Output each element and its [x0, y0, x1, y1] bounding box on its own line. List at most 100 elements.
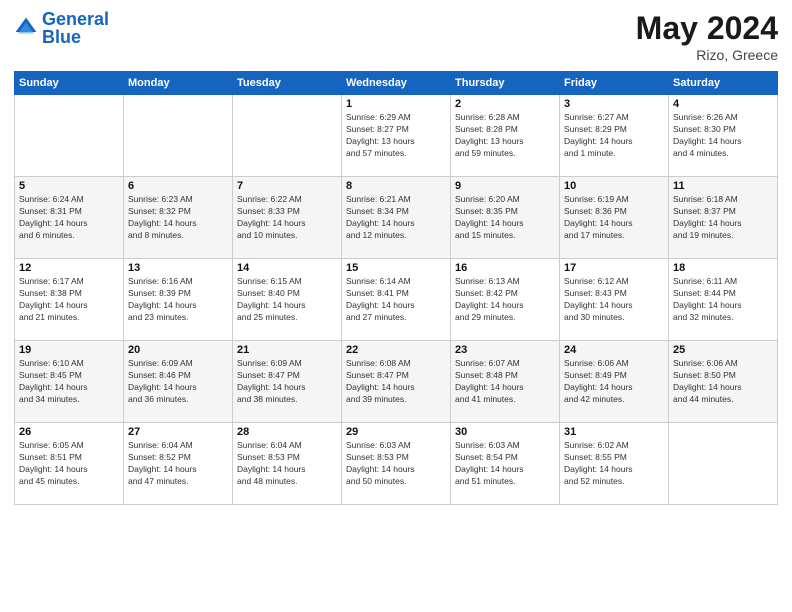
- calendar-cell: 12 Sunrise: 6:17 AM Sunset: 8:38 PM Dayli…: [15, 259, 124, 341]
- logo-general: General: [42, 9, 109, 29]
- day-number: 2: [455, 98, 555, 110]
- column-header-thursday: Thursday: [451, 72, 560, 95]
- calendar-cell: 28Sunrise: 6:04 AM Sunset: 8:53 PM Dayli…: [233, 423, 342, 505]
- day-number: 7: [237, 180, 337, 192]
- day-info: Sunrise: 6:14 AM Sunset: 8:41 PM Dayligh…: [346, 276, 446, 324]
- day-number: 22: [346, 344, 446, 356]
- day-info: Sunrise: 6:04 AM Sunset: 8:53 PM Dayligh…: [237, 440, 337, 488]
- day-info: Sunrise: 6:09 AM Sunset: 8:46 PM Dayligh…: [128, 358, 228, 406]
- calendar-cell: 17 Sunrise: 6:12 AM Sunset: 8:43 PM Dayli…: [560, 259, 669, 341]
- column-header-wednesday: Wednesday: [342, 72, 451, 95]
- day-info: Sunrise: 6:21 AM Sunset: 8:34 PM Dayligh…: [346, 194, 446, 242]
- logo: General Blue: [14, 10, 109, 46]
- calendar-cell: 27 Sunrise: 6:04 AM Sunset: 8:52 PM Dayli…: [124, 423, 233, 505]
- location: Rizo, Greece: [636, 47, 778, 63]
- day-number: 24: [564, 344, 664, 356]
- day-info: Sunrise: 6:03 AM Sunset: 8:54 PM Dayligh…: [455, 440, 555, 488]
- calendar-header-row: SundayMondayTuesdayWednesdayThursdayFrid…: [15, 72, 778, 95]
- day-number: 19: [19, 344, 119, 356]
- column-header-monday: Monday: [124, 72, 233, 95]
- day-info: Sunrise: 6:12 AM Sunset: 8:43 PM Dayligh…: [564, 276, 664, 324]
- day-info: Sunrise: 6:07 AM Sunset: 8:48 PM Dayligh…: [455, 358, 555, 406]
- day-number: 10: [564, 180, 664, 192]
- day-number: 16: [455, 262, 555, 274]
- day-info: Sunrise: 6:26 AM Sunset: 8:30 PM Dayligh…: [673, 112, 773, 160]
- day-number: 12: [19, 262, 119, 274]
- calendar-cell: 24 Sunrise: 6:06 AM Sunset: 8:49 PM Dayli…: [560, 341, 669, 423]
- day-info: Sunrise: 6:27 AM Sunset: 8:29 PM Dayligh…: [564, 112, 664, 160]
- day-info: Sunrise: 6:04 AM Sunset: 8:52 PM Dayligh…: [128, 440, 228, 488]
- calendar-cell: 21Sunrise: 6:09 AM Sunset: 8:47 PM Dayli…: [233, 341, 342, 423]
- day-number: 5: [19, 180, 119, 192]
- day-number: 13: [128, 262, 228, 274]
- day-number: 6: [128, 180, 228, 192]
- calendar-cell: [15, 95, 124, 177]
- page: General Blue May 2024 Rizo, Greece Sunda…: [0, 0, 792, 612]
- calendar-cell: 20 Sunrise: 6:09 AM Sunset: 8:46 PM Dayli…: [124, 341, 233, 423]
- day-info: Sunrise: 6:17 AM Sunset: 8:38 PM Dayligh…: [19, 276, 119, 324]
- day-number: 15: [346, 262, 446, 274]
- column-header-friday: Friday: [560, 72, 669, 95]
- logo-text: General Blue: [42, 10, 109, 46]
- calendar-cell: 11 Sunrise: 6:18 AM Sunset: 8:37 PM Dayli…: [669, 177, 778, 259]
- day-info: Sunrise: 6:23 AM Sunset: 8:32 PM Dayligh…: [128, 194, 228, 242]
- calendar-cell: 4 Sunrise: 6:26 AM Sunset: 8:30 PM Daylig…: [669, 95, 778, 177]
- calendar-cell: 15 Sunrise: 6:14 AM Sunset: 8:41 PM Dayli…: [342, 259, 451, 341]
- day-number: 3: [564, 98, 664, 110]
- header: General Blue May 2024 Rizo, Greece: [14, 10, 778, 63]
- day-info: Sunrise: 6:15 AM Sunset: 8:40 PM Dayligh…: [237, 276, 337, 324]
- calendar-cell: 7Sunrise: 6:22 AM Sunset: 8:33 PM Daylig…: [233, 177, 342, 259]
- day-info: Sunrise: 6:10 AM Sunset: 8:45 PM Dayligh…: [19, 358, 119, 406]
- day-info: Sunrise: 6:16 AM Sunset: 8:39 PM Dayligh…: [128, 276, 228, 324]
- calendar-cell: 1 Sunrise: 6:29 AM Sunset: 8:27 PM Daylig…: [342, 95, 451, 177]
- day-info: Sunrise: 6:13 AM Sunset: 8:42 PM Dayligh…: [455, 276, 555, 324]
- column-header-tuesday: Tuesday: [233, 72, 342, 95]
- day-info: Sunrise: 6:24 AM Sunset: 8:31 PM Dayligh…: [19, 194, 119, 242]
- calendar-cell: 2Sunrise: 6:28 AM Sunset: 8:28 PM Daylig…: [451, 95, 560, 177]
- day-number: 17: [564, 262, 664, 274]
- calendar-cell: 16 Sunrise: 6:13 AM Sunset: 8:42 PM Dayli…: [451, 259, 560, 341]
- calendar-cell: 18 Sunrise: 6:11 AM Sunset: 8:44 PM Dayli…: [669, 259, 778, 341]
- month-title: May 2024: [636, 10, 778, 47]
- calendar-week-row: 1 Sunrise: 6:29 AM Sunset: 8:27 PM Daylig…: [15, 95, 778, 177]
- calendar-week-row: 12 Sunrise: 6:17 AM Sunset: 8:38 PM Dayli…: [15, 259, 778, 341]
- calendar-cell: 3 Sunrise: 6:27 AM Sunset: 8:29 PM Daylig…: [560, 95, 669, 177]
- calendar-cell: 14Sunrise: 6:15 AM Sunset: 8:40 PM Dayli…: [233, 259, 342, 341]
- day-info: Sunrise: 6:05 AM Sunset: 8:51 PM Dayligh…: [19, 440, 119, 488]
- day-info: Sunrise: 6:11 AM Sunset: 8:44 PM Dayligh…: [673, 276, 773, 324]
- day-info: Sunrise: 6:29 AM Sunset: 8:27 PM Dayligh…: [346, 112, 446, 160]
- day-number: 1: [346, 98, 446, 110]
- day-number: 23: [455, 344, 555, 356]
- calendar-cell: 23 Sunrise: 6:07 AM Sunset: 8:48 PM Dayli…: [451, 341, 560, 423]
- day-number: 31: [564, 426, 664, 438]
- calendar-week-row: 5 Sunrise: 6:24 AM Sunset: 8:31 PM Daylig…: [15, 177, 778, 259]
- calendar-cell: 19 Sunrise: 6:10 AM Sunset: 8:45 PM Dayli…: [15, 341, 124, 423]
- title-block: May 2024 Rizo, Greece: [636, 10, 778, 63]
- day-info: Sunrise: 6:09 AM Sunset: 8:47 PM Dayligh…: [237, 358, 337, 406]
- calendar-table: SundayMondayTuesdayWednesdayThursdayFrid…: [14, 71, 778, 505]
- logo-blue: Blue: [42, 27, 81, 47]
- day-number: 4: [673, 98, 773, 110]
- calendar-cell: 25Sunrise: 6:06 AM Sunset: 8:50 PM Dayli…: [669, 341, 778, 423]
- column-header-sunday: Sunday: [15, 72, 124, 95]
- day-info: Sunrise: 6:06 AM Sunset: 8:49 PM Dayligh…: [564, 358, 664, 406]
- day-number: 18: [673, 262, 773, 274]
- day-info: Sunrise: 6:06 AM Sunset: 8:50 PM Dayligh…: [673, 358, 773, 406]
- day-info: Sunrise: 6:02 AM Sunset: 8:55 PM Dayligh…: [564, 440, 664, 488]
- calendar-cell: 13 Sunrise: 6:16 AM Sunset: 8:39 PM Dayli…: [124, 259, 233, 341]
- calendar-cell: 9Sunrise: 6:20 AM Sunset: 8:35 PM Daylig…: [451, 177, 560, 259]
- day-number: 26: [19, 426, 119, 438]
- calendar-cell: 26 Sunrise: 6:05 AM Sunset: 8:51 PM Dayli…: [15, 423, 124, 505]
- calendar-cell: 31 Sunrise: 6:02 AM Sunset: 8:55 PM Dayli…: [560, 423, 669, 505]
- day-info: Sunrise: 6:18 AM Sunset: 8:37 PM Dayligh…: [673, 194, 773, 242]
- calendar-cell: [669, 423, 778, 505]
- day-number: 27: [128, 426, 228, 438]
- calendar-cell: [124, 95, 233, 177]
- day-info: Sunrise: 6:03 AM Sunset: 8:53 PM Dayligh…: [346, 440, 446, 488]
- day-number: 11: [673, 180, 773, 192]
- day-number: 20: [128, 344, 228, 356]
- day-number: 30: [455, 426, 555, 438]
- day-info: Sunrise: 6:19 AM Sunset: 8:36 PM Dayligh…: [564, 194, 664, 242]
- calendar-week-row: 19 Sunrise: 6:10 AM Sunset: 8:45 PM Dayli…: [15, 341, 778, 423]
- calendar-cell: 22Sunrise: 6:08 AM Sunset: 8:47 PM Dayli…: [342, 341, 451, 423]
